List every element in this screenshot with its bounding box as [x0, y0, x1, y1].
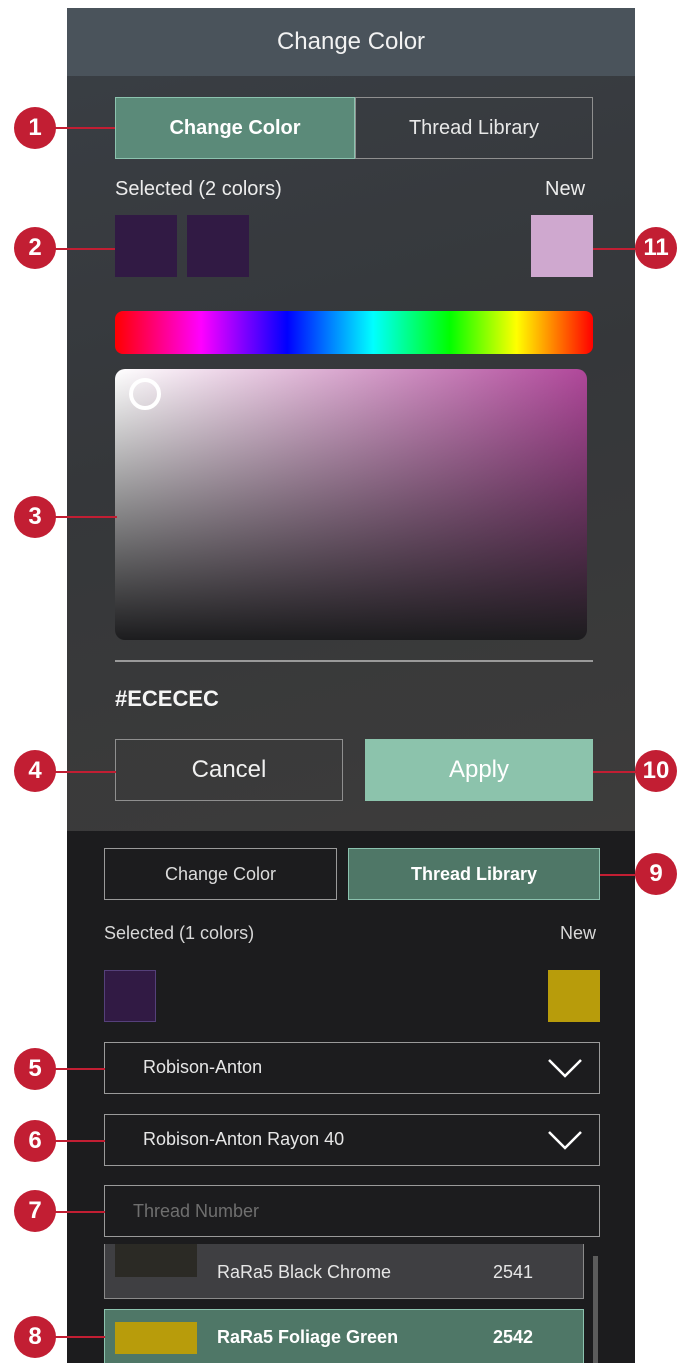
scrollbar[interactable]: [593, 1256, 598, 1363]
tab-thread-library[interactable]: Thread Library: [348, 848, 600, 900]
callout-badge: 8: [14, 1316, 56, 1358]
callout-line: [593, 248, 638, 250]
selected-colors-label: Selected (1 colors): [104, 923, 255, 943]
manufacturer-value: Robison-Anton: [143, 1057, 263, 1077]
new-color-label: New: [545, 178, 586, 200]
thread-type-value: Robison-Anton Rayon 40: [143, 1129, 345, 1149]
picker-cursor[interactable]: [129, 378, 161, 410]
callout-line: [55, 1211, 105, 1213]
thread-color-chip: [115, 1244, 197, 1277]
chevron-down-icon: [548, 1131, 582, 1150]
callout-badge: 11: [635, 227, 677, 269]
tab-change-color[interactable]: Change Color: [115, 97, 355, 159]
selected-color-swatch: [187, 215, 249, 277]
selected-color-swatch: [115, 215, 177, 277]
callout-line: [55, 516, 117, 518]
selected-colors-label: Selected (2 colors): [115, 178, 282, 200]
tab-thread-library[interactable]: Thread Library: [355, 97, 593, 159]
new-color-swatch: [531, 215, 593, 277]
tab-change-color[interactable]: Change Color: [104, 848, 337, 900]
callout-line: [55, 127, 115, 129]
callout-badge: 4: [14, 750, 56, 792]
callout-badge: 7: [14, 1190, 56, 1232]
callout-badge: 5: [14, 1048, 56, 1090]
callout-line: [55, 1336, 105, 1338]
change-color-dialog: Change Color Change Color Thread Library…: [67, 8, 635, 831]
callout-badge: 2: [14, 227, 56, 269]
new-color-label: New: [560, 923, 597, 943]
thread-name: RaRa5 Foliage Green: [217, 1327, 399, 1347]
cancel-button[interactable]: Cancel: [115, 739, 343, 801]
callout-line: [55, 1140, 105, 1142]
callout-badge: 9: [635, 853, 677, 895]
selected-color-swatch: [104, 970, 156, 1022]
thread-type-dropdown[interactable]: Robison-Anton Rayon 40: [104, 1114, 600, 1166]
callout-badge: 3: [14, 496, 56, 538]
dialog-title: Change Color: [67, 8, 635, 76]
callout-line: [55, 1068, 105, 1070]
thread-list-item[interactable]: RaRa5 Black Chrome 2541: [104, 1244, 584, 1299]
hue-slider[interactable]: [115, 311, 593, 354]
callout-badge: 10: [635, 750, 677, 792]
callout-line: [593, 771, 638, 773]
thread-color-chip: [115, 1322, 197, 1354]
apply-button[interactable]: Apply: [365, 739, 593, 801]
manufacturer-dropdown[interactable]: Robison-Anton: [104, 1042, 600, 1094]
color-picker-area[interactable]: [115, 369, 587, 640]
divider: [115, 660, 593, 662]
hex-value: #ECECEC: [115, 686, 219, 711]
thread-name: RaRa5 Black Chrome: [217, 1262, 392, 1282]
thread-number: 2541: [493, 1262, 534, 1282]
thread-number: 2542: [493, 1327, 534, 1347]
thread-number-input[interactable]: [104, 1185, 600, 1237]
callout-line: [55, 248, 115, 250]
chevron-down-icon: [548, 1059, 582, 1078]
callout-line: [55, 771, 116, 773]
callout-badge: 6: [14, 1120, 56, 1162]
thread-list-item-selected[interactable]: RaRa5 Foliage Green 2542: [104, 1309, 584, 1363]
new-color-swatch: [548, 970, 600, 1022]
thread-library-dialog: Change Color Thread Library Selected (1 …: [67, 831, 635, 1363]
callout-badge: 1: [14, 107, 56, 149]
